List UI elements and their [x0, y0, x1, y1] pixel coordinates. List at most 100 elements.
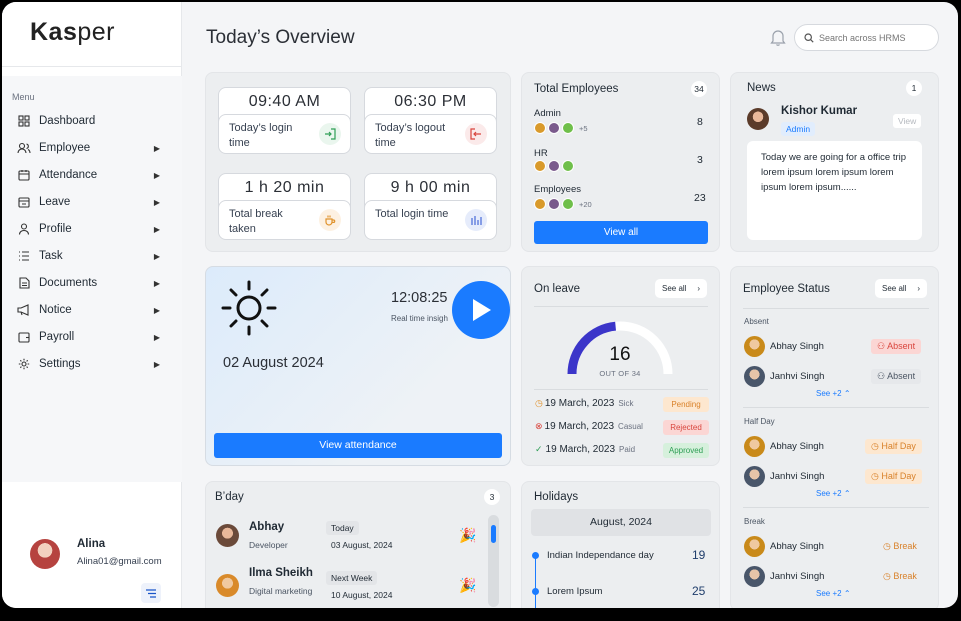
sidebar-item-label: Settings: [39, 358, 81, 370]
group-count: 3: [697, 154, 703, 166]
play-button[interactable]: [452, 281, 510, 339]
birthday-title: B’day: [215, 491, 244, 503]
sidebar: Kasper Menu Dashboard Employee ▶ Attenda…: [2, 2, 182, 608]
birthday-when-badge: Next Week: [326, 571, 378, 585]
group-avatars: +5: [534, 122, 588, 134]
see-more-link[interactable]: See +2 ⌃: [816, 589, 851, 598]
scrollbar[interactable]: [488, 515, 499, 607]
chevron-right-icon: ▶: [153, 170, 160, 180]
avatar: [548, 122, 560, 134]
sidebar-item-attendance[interactable]: Attendance ▶: [16, 165, 166, 185]
check-icon: ✓: [535, 444, 543, 454]
total-employees-count: 34: [691, 81, 707, 97]
app-window: Kasper Menu Dashboard Employee ▶ Attenda…: [2, 2, 958, 608]
avatar: [548, 198, 560, 210]
user-icon: [16, 221, 32, 237]
search-icon: [804, 32, 814, 43]
leave-count: 16: [609, 344, 631, 365]
sidebar-item-label: Employee: [39, 142, 91, 154]
see-more-link[interactable]: See +2 ⌃: [816, 489, 851, 498]
sidebar-item-task[interactable]: Task ▶: [16, 246, 166, 266]
status-badge: Pending: [663, 397, 709, 412]
logout-time-value: 06:30 PM: [394, 93, 467, 110]
search-bar[interactable]: [794, 24, 939, 51]
holiday-name: Indian Independance day: [547, 550, 654, 561]
employee-status-title: Employee Status: [743, 283, 830, 295]
sidebar-item-payroll[interactable]: Payroll ▶: [16, 327, 166, 347]
coffee-icon: [319, 209, 341, 231]
sun-icon: [221, 279, 281, 342]
sidebar-item-notice[interactable]: Notice ▶: [16, 300, 166, 320]
chevron-right-icon: ▶: [153, 251, 160, 261]
break-time-value: 1 h 20 min: [244, 179, 325, 196]
birthday-name: Abhay: [249, 521, 285, 533]
sidebar-item-label: Dashboard: [39, 115, 96, 127]
status-badge: Rejected: [663, 420, 709, 435]
leave-kind: Sick: [618, 399, 634, 408]
sidebar-item-label: Payroll: [39, 331, 75, 343]
sidebar-item-leave[interactable]: Leave ▶: [16, 192, 166, 212]
login-time-value: 09:40 AM: [248, 93, 321, 110]
chevron-right-icon: ▶: [153, 332, 160, 342]
total-login-card: 9 h 00 min Total login time: [364, 173, 497, 240]
status-section-label: Absent: [744, 317, 769, 326]
menu-toggle-button[interactable]: [141, 583, 161, 603]
divider: [534, 306, 708, 307]
on-leave-see-all-button[interactable]: See all ›: [655, 279, 707, 298]
avatar: [534, 198, 546, 210]
news-view-button[interactable]: View: [893, 114, 922, 128]
status-section-label: Break: [744, 517, 765, 526]
list-icon: [16, 248, 32, 264]
group-avatars: +20: [534, 198, 592, 210]
group-more: +5: [579, 123, 588, 133]
see-all-label: See all: [662, 284, 687, 293]
logout-icon: [465, 123, 487, 145]
page-title: Today’s Overview: [206, 27, 355, 48]
leave-date: 19 March, 2023: [545, 444, 616, 455]
leave-row: ⊗ 19 March, 2023 Casual: [535, 421, 643, 432]
chevron-up-icon: ⌃: [843, 389, 851, 398]
logout-time-card: 06:30 PM Today’s logout time: [364, 87, 497, 154]
sidebar-item-label: Documents: [39, 277, 98, 289]
sidebar-item-label: Leave: [39, 196, 71, 208]
leave-row: ◷ 19 March, 2023 Sick: [535, 398, 633, 409]
status-badge: ◷ Half Day: [865, 469, 922, 484]
avatar: [744, 536, 765, 557]
leave-date: 19 March, 2023: [544, 421, 615, 432]
view-attendance-button[interactable]: View attendance: [214, 433, 502, 458]
group-more: +20: [579, 199, 592, 209]
birthday-name: Ilma Sheikh: [249, 567, 313, 579]
user-profile[interactable]: [30, 539, 60, 569]
avatar: [534, 160, 546, 172]
sidebar-item-employee[interactable]: Employee ▶: [16, 138, 166, 158]
employee-status-see-all-button[interactable]: See all ›: [875, 279, 927, 298]
users-icon: [16, 140, 32, 156]
party-icon[interactable]: 🎉: [459, 527, 476, 544]
party-icon[interactable]: 🎉: [459, 577, 476, 594]
chevron-right-icon: ▶: [153, 143, 160, 153]
sidebar-menu: Menu Dashboard Employee ▶ Attendance ▶ L…: [2, 76, 182, 482]
status-badge: ◷ Break: [883, 541, 917, 551]
sidebar-item-documents[interactable]: Documents ▶: [16, 273, 166, 293]
avatar: [562, 122, 574, 134]
sidebar-item-label: Profile: [39, 223, 72, 235]
app-logo[interactable]: Kasper: [30, 18, 115, 47]
scrollbar-thumb[interactable]: [491, 525, 496, 543]
group-count: 8: [697, 116, 703, 128]
sidebar-item-label: Notice: [39, 304, 72, 316]
sidebar-item-dashboard[interactable]: Dashboard: [16, 111, 166, 131]
search-input[interactable]: [819, 32, 929, 43]
megaphone-icon: [16, 302, 32, 318]
today-date: 02 August 2024: [223, 355, 324, 371]
employee-name: Janhvi Singh: [770, 471, 825, 482]
leave-out-of: OUT OF 34: [599, 369, 641, 378]
sidebar-divider: [2, 66, 182, 67]
user-x-icon: ⚇: [877, 341, 888, 351]
sidebar-item-profile[interactable]: Profile ▶: [16, 219, 166, 239]
see-more-link[interactable]: See +2 ⌃: [816, 389, 851, 398]
avatar: [744, 566, 765, 587]
view-all-employees-button[interactable]: View all: [534, 221, 708, 244]
clock-icon: ◷: [883, 541, 894, 551]
sidebar-item-settings[interactable]: Settings ▶: [16, 354, 166, 374]
bell-icon[interactable]: [770, 28, 786, 51]
